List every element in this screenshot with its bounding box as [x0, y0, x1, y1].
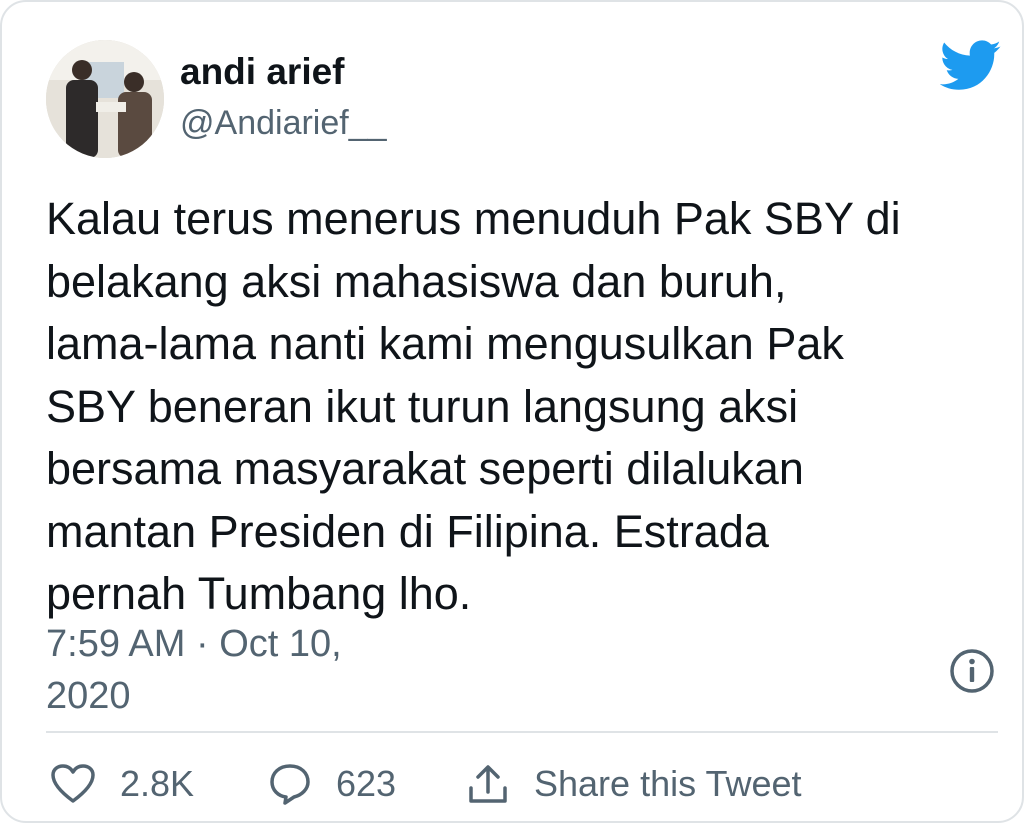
tweet-actions-bar: 2.8K 623 Share this Tweet [46, 754, 986, 814]
heart-icon [50, 763, 96, 805]
timestamp-year: 2020 [46, 675, 131, 717]
speech-bubble-icon [268, 762, 312, 806]
reply-count: 623 [336, 763, 397, 804]
avatar-photo [46, 40, 164, 158]
timestamp-time-date: 7:59 AM · Oct 10, [46, 623, 342, 665]
reply-button[interactable]: 623 [268, 754, 396, 814]
share-icon [466, 762, 510, 806]
like-button[interactable]: 2.8K [50, 754, 194, 814]
divider [46, 731, 998, 733]
author-handle[interactable]: @Andiarief__ [180, 102, 387, 144]
twitter-bird-icon[interactable] [939, 40, 1002, 92]
tweet-body: Kalau terus menerus menuduh Pak SBY di b… [46, 193, 901, 619]
info-icon[interactable] [948, 647, 996, 695]
tweet-card[interactable]: andi arief @Andiarief__ Kalau terus mene… [0, 0, 1024, 823]
author-name[interactable]: andi arief [180, 50, 345, 94]
like-count: 2.8K [120, 763, 195, 804]
tweet-timestamp[interactable]: 7:59 AM · Oct 10, 2020 [46, 618, 466, 722]
share-tweet-button[interactable]: Share this Tweet [466, 754, 802, 814]
share-label: Share this Tweet [534, 763, 802, 804]
avatar[interactable] [46, 40, 164, 158]
